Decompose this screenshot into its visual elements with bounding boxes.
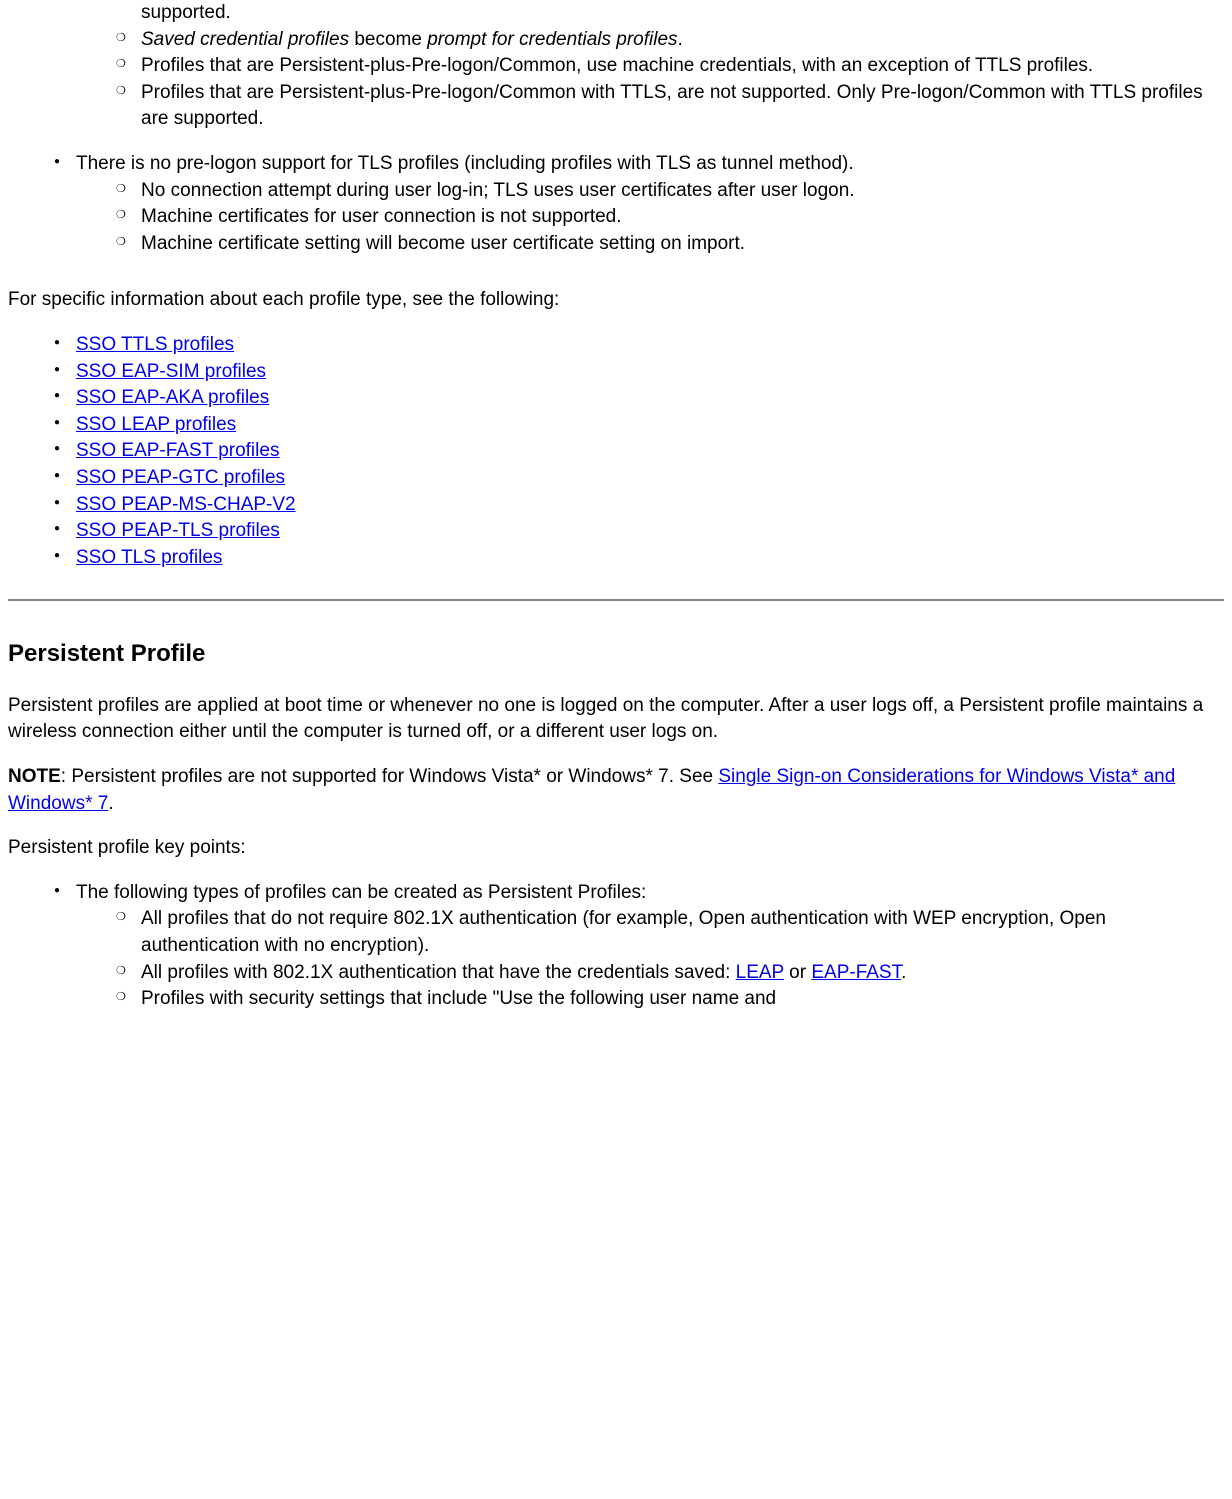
list-item: SSO TTLS profiles [8, 332, 1224, 359]
sub-bullet: Profiles that are Persistent-plus-Pre-lo… [76, 53, 1224, 80]
sso-peap-tls-link[interactable]: SSO PEAP-TLS profiles [76, 520, 280, 541]
note-label: NOTE [8, 766, 61, 787]
sso-tls-link[interactable]: SSO TLS profiles [76, 547, 222, 568]
list-item: SSO EAP-FAST profiles [8, 438, 1224, 465]
sub-bullet: All profiles with 802.1X authentication … [76, 960, 1224, 987]
text: become [349, 29, 427, 50]
keypoints-intro: Persistent profile key points: [8, 835, 1224, 862]
bullet-item: There is no pre-logon support for TLS pr… [8, 151, 1224, 257]
profile-links-list: SSO TTLS profiles SSO EAP-SIM profiles S… [8, 332, 1224, 571]
specific-info-intro: For specific information about each prof… [8, 287, 1224, 314]
list-item: SSO PEAP-GTC profiles [8, 465, 1224, 492]
sub-bullet: Profiles that are Persistent-plus-Pre-lo… [76, 80, 1224, 133]
text: . [901, 962, 906, 983]
note-text-end: . [108, 793, 113, 814]
persistent-profile-heading: Persistent Profile [8, 637, 1224, 671]
persistent-note: NOTE: Persistent profiles are not suppor… [8, 764, 1224, 817]
sub-bullet: Saved credential profiles become prompt … [76, 27, 1224, 54]
italic-text: Saved credential profiles [141, 29, 349, 50]
list-item: SSO EAP-AKA profiles [8, 385, 1224, 412]
sub-bullet: Machine certificate setting will become … [76, 231, 1224, 258]
top-fragment-container: supported. Saved credential profiles bec… [8, 0, 1224, 257]
sso-leap-link[interactable]: SSO LEAP profiles [76, 414, 236, 435]
leap-link[interactable]: LEAP [736, 962, 784, 983]
bullet-text: The following types of profiles can be c… [76, 882, 646, 903]
sub-bullet: All profiles that do not require 802.1X … [76, 906, 1224, 959]
sso-ttls-link[interactable]: SSO TTLS profiles [76, 334, 234, 355]
sub-bullet: No connection attempt during user log-in… [76, 178, 1224, 205]
sso-peap-gtc-link[interactable]: SSO PEAP-GTC profiles [76, 467, 285, 488]
text: or [784, 962, 811, 983]
sub-bullet: Profiles with security settings that inc… [76, 986, 1224, 1013]
bullet-item: The following types of profiles can be c… [8, 880, 1224, 1013]
bullet-text: There is no pre-logon support for TLS pr… [76, 153, 854, 174]
italic-text: prompt for credentials profiles [427, 29, 677, 50]
sso-peap-ms-chap-link[interactable]: SSO PEAP-MS-CHAP-V2 [76, 494, 296, 515]
persistent-description: Persistent profiles are applied at boot … [8, 693, 1224, 746]
list-item: SSO EAP-SIM profiles [8, 359, 1224, 386]
sso-eap-fast-link[interactable]: SSO EAP-FAST profiles [76, 440, 279, 461]
text: . [678, 29, 683, 50]
keypoints-list: The following types of profiles can be c… [8, 880, 1224, 1013]
sso-eap-sim-link[interactable]: SSO EAP-SIM profiles [76, 361, 266, 382]
text: All profiles with 802.1X authentication … [141, 962, 736, 983]
sub-bullet: Machine certificates for user connection… [76, 204, 1224, 231]
fragment-supported: supported. [8, 0, 1224, 27]
list-item: SSO TLS profiles [8, 545, 1224, 572]
list-item: SSO PEAP-MS-CHAP-V2 [8, 492, 1224, 519]
divider [8, 599, 1224, 601]
eap-fast-link[interactable]: EAP-FAST [811, 962, 901, 983]
list-item: SSO PEAP-TLS profiles [8, 518, 1224, 545]
note-text: : Persistent profiles are not supported … [61, 766, 719, 787]
list-item: SSO LEAP profiles [8, 412, 1224, 439]
sso-eap-aka-link[interactable]: SSO EAP-AKA profiles [76, 387, 269, 408]
